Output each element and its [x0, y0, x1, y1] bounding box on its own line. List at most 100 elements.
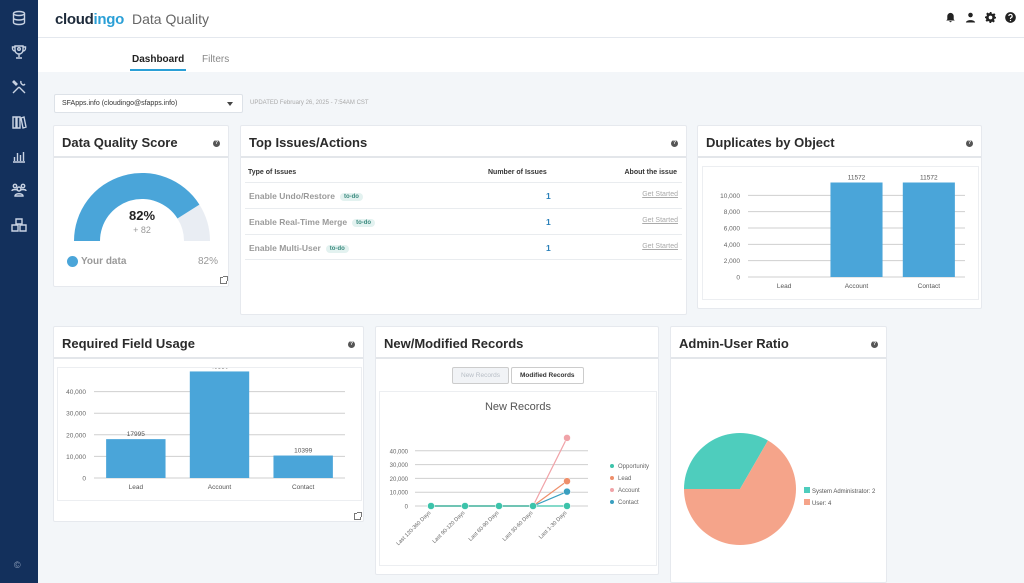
help-icon[interactable]: ? — [348, 341, 355, 348]
legend-label: Account — [618, 488, 640, 494]
modified-records-button[interactable]: Modified Records — [511, 367, 584, 384]
x-tick-label: Lead — [129, 484, 144, 491]
issue-count[interactable]: 1 — [546, 217, 551, 227]
column-header-type: Type of Issues — [248, 169, 297, 176]
admin-user-pie-chart: System Administrator: 2 User: 4 — [684, 433, 876, 545]
data-label: 10399 — [294, 448, 312, 455]
library-icon — [12, 116, 27, 129]
data-label: 11572 — [920, 174, 938, 181]
chart-container: New Records 0 10,000 20,000 30,000 40,000 Last… — [379, 391, 657, 566]
users-icon — [11, 183, 27, 197]
sidebar-item-objects[interactable] — [9, 215, 29, 235]
data-point — [495, 502, 503, 510]
table-row: Enable Multi-User to-do 1 Get Started — [245, 234, 682, 260]
y-tick-label: 6,000 — [724, 226, 741, 233]
get-started-link[interactable]: Get Started — [642, 191, 678, 198]
y-tick-label: 20,000 — [390, 477, 409, 483]
get-started-link[interactable]: Get Started — [642, 217, 678, 224]
data-point — [563, 477, 571, 485]
data-point — [563, 434, 571, 442]
card-header: New/Modified Records — [376, 327, 658, 359]
sidebar-item-library[interactable] — [9, 112, 29, 132]
data-point — [529, 502, 537, 510]
updated-timestamp: UPDATED February 26, 2025 - 7:54AM CST — [250, 100, 369, 106]
profile-button[interactable] — [965, 12, 976, 23]
tab-dashboard[interactable]: Dashboard — [129, 54, 187, 71]
card-header: Top Issues/Actions ? — [241, 126, 686, 158]
data-point — [563, 502, 571, 510]
issue-count[interactable]: 1 — [546, 243, 551, 253]
top-bar: cloudingo Data Quality — [38, 0, 1024, 38]
y-tick-label: 10,000 — [720, 193, 740, 200]
legend-label: System Administrator: 2 — [812, 489, 876, 495]
bar — [902, 182, 955, 277]
card-title: Top Issues/Actions — [249, 135, 368, 150]
issue-count[interactable]: 1 — [546, 191, 551, 201]
card-title: Required Field Usage — [62, 336, 195, 351]
table-row: Enable Real-Time Merge to-do 1 Get Starte… — [245, 208, 682, 234]
sidebar-item-users[interactable] — [9, 180, 29, 200]
database-icon — [12, 10, 26, 26]
external-link-icon[interactable] — [354, 512, 362, 520]
bar-chart-icon — [13, 152, 25, 163]
user-icon — [965, 12, 976, 23]
table-row: Enable Undo/Restore to-do 1 Get Started — [245, 182, 682, 208]
sidebar-item-reports[interactable] — [9, 146, 29, 166]
new-records-chart: New Records 0 10,000 20,000 30,000 40,000 Last… — [390, 401, 649, 547]
data-label: 49330 — [210, 368, 228, 370]
legend-marker — [610, 500, 614, 504]
sidebar: © — [0, 0, 38, 583]
card-title: New/Modified Records — [384, 336, 524, 351]
org-select[interactable]: SFApps.info (cloudingo@sfapps.info) — [54, 94, 243, 113]
new-modified-records-card: New/Modified Records New Records 0 10,000 2… — [375, 326, 659, 575]
y-tick-label: 8,000 — [724, 209, 741, 216]
x-tick-label: Contact — [918, 283, 941, 290]
x-tick-label: Contact — [292, 484, 315, 491]
tools-icon — [12, 80, 26, 94]
external-link-icon[interactable] — [220, 276, 228, 284]
x-tick-label: Account — [845, 283, 869, 290]
settings-button[interactable] — [985, 12, 996, 23]
y-tick-label: 30,000 — [390, 463, 409, 469]
status-badge: to-do — [339, 193, 363, 201]
top-icons — [945, 12, 1016, 23]
help-icon — [1005, 12, 1016, 23]
legend-label: User: 4 — [812, 501, 832, 507]
data-label: 11572 — [848, 174, 866, 181]
chart-title: New Records — [485, 401, 552, 413]
card-title: Duplicates by Object — [706, 135, 835, 150]
notifications-button[interactable] — [945, 12, 956, 23]
data-quality-score-card: Data Quality Score ? 82% + 82 Your data … — [53, 125, 229, 287]
y-tick-label: 10,000 — [390, 491, 409, 497]
legend-marker — [610, 464, 614, 468]
required-field-usage-card: Required Field Usage ? 0 10,000 20,000 30,0… — [53, 326, 364, 522]
y-tick-label: 0 — [82, 476, 86, 483]
new-records-button[interactable]: New Records — [452, 367, 510, 384]
y-tick-label: 40,000 — [66, 389, 86, 396]
legend-label: Opportunity — [618, 464, 649, 470]
get-started-link[interactable]: Get Started — [642, 243, 678, 250]
required-field-chart: 0 10,000 20,000 30,000 40,000 17995 Lead 49330 A… — [66, 363, 345, 491]
sidebar-item-tools[interactable] — [9, 77, 29, 97]
x-tick-label: Last 1-30 Days — [538, 510, 569, 541]
cloudingo-logo[interactable]: cloudingo — [55, 5, 129, 28]
y-tick-label: 10,000 — [66, 454, 86, 461]
data-point — [461, 502, 469, 510]
help-icon[interactable]: ? — [213, 140, 220, 147]
gear-icon — [985, 12, 996, 23]
tab-filters[interactable]: Filters — [202, 54, 229, 65]
help-icon[interactable]: ? — [671, 140, 678, 147]
x-tick-label: Last 120-360 Days — [396, 510, 433, 547]
data-point — [563, 487, 571, 496]
score-value: 82% — [128, 208, 156, 223]
help-icon[interactable]: ? — [871, 341, 878, 348]
help-button[interactable] — [1005, 12, 1016, 23]
sidebar-item-database[interactable] — [9, 8, 29, 28]
sidebar-item-trophy[interactable] — [9, 42, 29, 62]
help-icon[interactable]: ? — [966, 140, 973, 147]
y-tick-label: 0 — [405, 505, 409, 511]
legend-marker — [804, 499, 810, 505]
x-tick-label: Last 30-60 Days — [502, 510, 535, 543]
card-title: Data Quality Score — [62, 135, 178, 150]
issue-name: Enable Multi-User to-do — [249, 243, 349, 253]
